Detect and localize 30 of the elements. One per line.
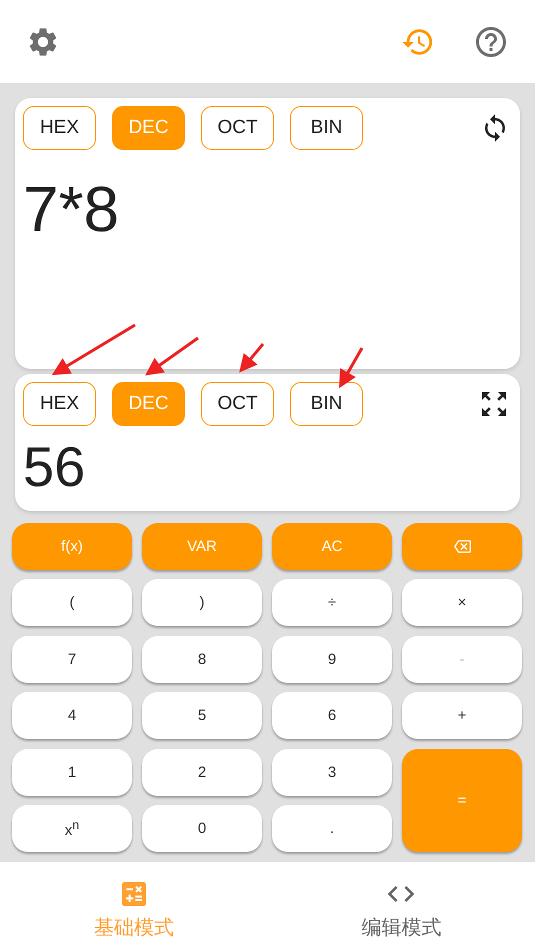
base-tab[interactable]: BIN bbox=[290, 382, 363, 426]
result-text: 56 bbox=[23, 434, 86, 499]
keypad-key[interactable]: 3 bbox=[272, 748, 392, 796]
keypad-key[interactable]: . bbox=[272, 804, 392, 852]
annotation-arrow bbox=[239, 343, 264, 373]
base-tab[interactable]: BIN bbox=[290, 106, 363, 150]
keypad-key[interactable]: 7 bbox=[12, 636, 132, 683]
keypad-key[interactable]: 2 bbox=[142, 748, 262, 796]
keypad-key[interactable]: ( bbox=[12, 579, 132, 626]
base-tab[interactable]: OCT bbox=[201, 382, 274, 426]
keypad-key[interactable]: 0 bbox=[142, 804, 262, 852]
keypad-key[interactable]: ÷ bbox=[272, 579, 392, 626]
keypad-key[interactable]: 1 bbox=[12, 748, 132, 796]
keypad-key[interactable]: 6 bbox=[272, 692, 392, 740]
expression-text: 7*8 bbox=[23, 172, 120, 246]
keypad-key[interactable]: + bbox=[402, 692, 522, 740]
base-tab[interactable]: HEX bbox=[23, 106, 96, 150]
base-tab[interactable]: OCT bbox=[201, 106, 274, 150]
keypad-key[interactable]: × bbox=[402, 579, 522, 626]
keypad-key[interactable]: x$^{n}$ bbox=[12, 804, 132, 852]
annotation-arrow bbox=[339, 347, 364, 388]
mode-tab[interactable]: 编辑模式 bbox=[268, 862, 535, 951]
base-tab[interactable]: HEX bbox=[23, 382, 96, 426]
keypad-key[interactable]: ) bbox=[142, 579, 262, 626]
keypad-key[interactable]: 8 bbox=[142, 636, 262, 683]
backspace-icon bbox=[454, 538, 470, 555]
annotation-arrow bbox=[145, 336, 199, 376]
keypad-key[interactable]: 4 bbox=[12, 692, 132, 740]
keypad-key[interactable]: 5 bbox=[142, 692, 262, 740]
keypad-key[interactable]: 9 bbox=[272, 636, 392, 683]
